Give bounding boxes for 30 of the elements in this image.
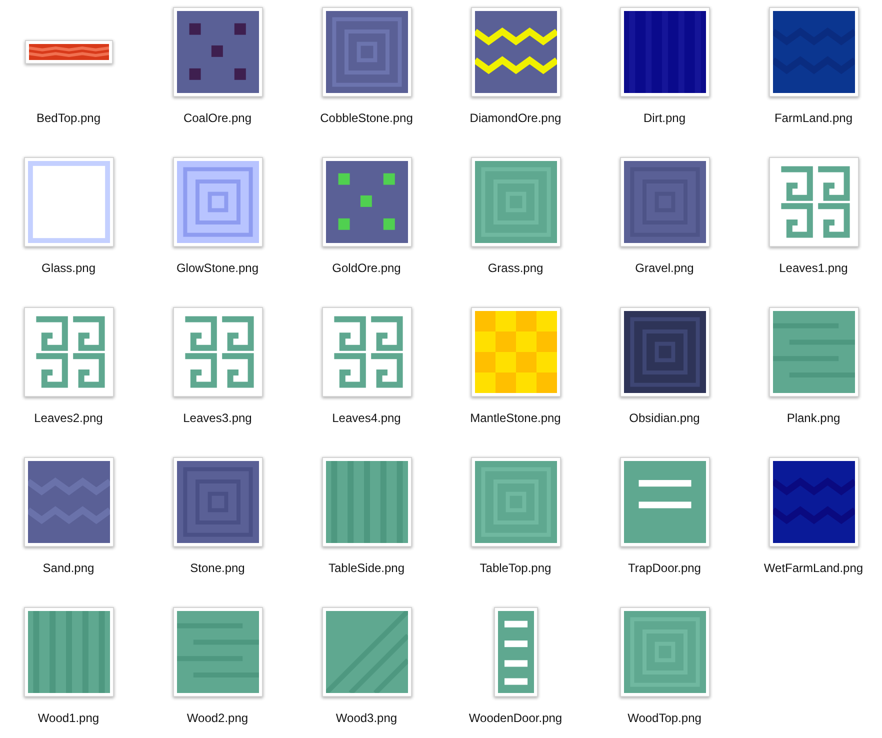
file-name: BedTop.png xyxy=(36,111,101,125)
file-name: CobbleStone.png xyxy=(320,111,413,125)
file-name: Leaves1.png xyxy=(779,261,848,275)
file-name: Plank.png xyxy=(786,411,840,425)
file-name: Leaves3.png xyxy=(183,411,252,425)
file-name: Wood2.png xyxy=(186,711,248,725)
file-name: GlowStone.png xyxy=(176,261,259,275)
file-name: WoodenDoor.png xyxy=(468,711,562,725)
file-name: Wood1.png xyxy=(38,711,100,725)
file-name: DiamondOre.png xyxy=(470,111,562,125)
file-name: Stone.png xyxy=(190,561,245,575)
file-name: FarmLand.png xyxy=(774,111,853,125)
file-name: Gravel.png xyxy=(635,261,694,275)
file-name: Dirt.png xyxy=(643,111,686,125)
file-name: WetFarmLand.png xyxy=(764,561,864,575)
file-name: CoalOre.png xyxy=(183,111,252,125)
file-name: TableTop.png xyxy=(480,561,552,575)
file-name: TableSide.png xyxy=(328,561,405,575)
file-name: Leaves4.png xyxy=(332,411,401,425)
file-name: TrapDoor.png xyxy=(628,561,701,575)
file-name: GoldOre.png xyxy=(332,261,401,275)
file-name: Leaves2.png xyxy=(34,411,103,425)
file-name: Wood3.png xyxy=(336,711,398,725)
file-name: WoodTop.png xyxy=(628,711,702,725)
file-name: Glass.png xyxy=(41,261,96,275)
file-name: Obsidian.png xyxy=(629,411,700,425)
file-name: Grass.png xyxy=(488,261,544,275)
file-name: Sand.png xyxy=(42,561,94,575)
thumbnail-frame[interactable] xyxy=(24,40,112,64)
file-name: MantleStone.png xyxy=(470,411,561,425)
